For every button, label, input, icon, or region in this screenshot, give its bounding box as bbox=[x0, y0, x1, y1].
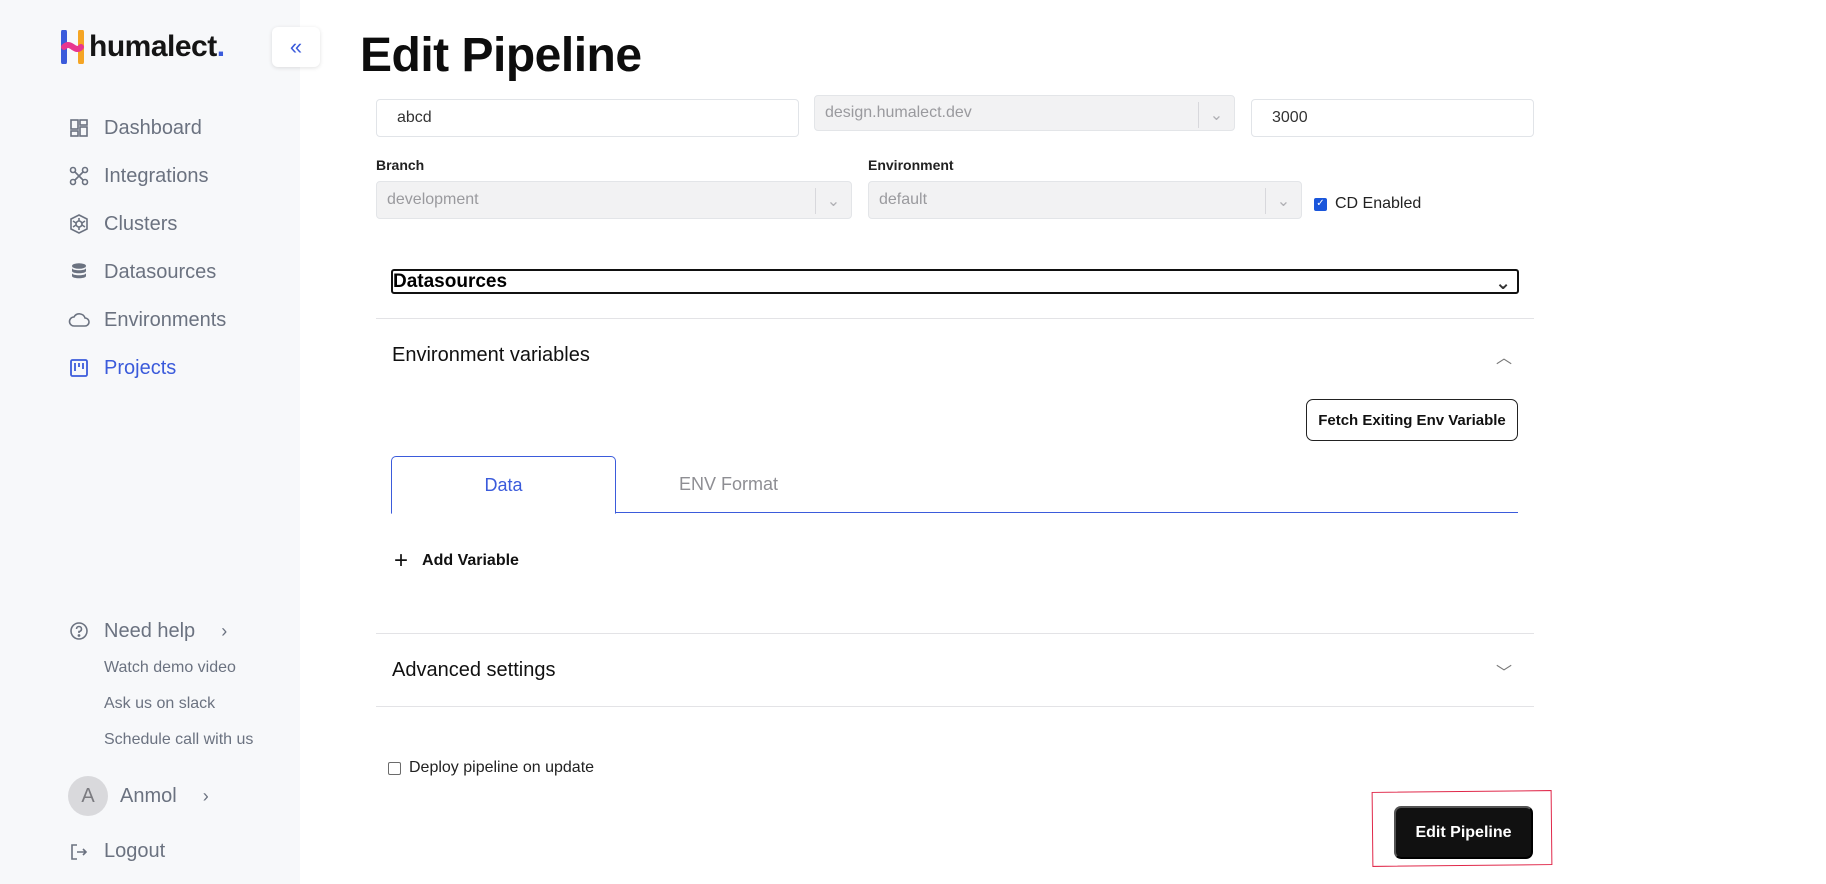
env-vars-title[interactable]: Environment variables bbox=[392, 344, 590, 367]
chevron-up-icon[interactable]: ︿ bbox=[1496, 344, 1512, 368]
help-circle-icon bbox=[68, 620, 90, 642]
tab-env-format[interactable]: ENV Format bbox=[616, 456, 841, 513]
chevron-right-icon: › bbox=[202, 785, 209, 806]
chevron-right-icon: › bbox=[221, 620, 228, 641]
plus-icon: + bbox=[394, 547, 409, 574]
branch-value: development bbox=[387, 191, 479, 208]
env-tabs: Data ENV Format bbox=[391, 456, 1518, 514]
sidebar-item-projects[interactable]: Projects bbox=[68, 344, 226, 392]
deploy-on-update-label: Deploy pipeline on update bbox=[409, 759, 595, 776]
datasources-accordion[interactable]: Datasources ⌄ bbox=[391, 269, 1519, 294]
user-menu[interactable]: A Anmol › bbox=[68, 776, 209, 816]
datasources-title: Datasources bbox=[393, 270, 508, 292]
sidebar-item-dashboard[interactable]: Dashboard bbox=[68, 104, 226, 152]
divider bbox=[376, 318, 1534, 319]
environment-select[interactable]: default ⌄ bbox=[868, 181, 1302, 219]
domain-select[interactable]: design.humalect.dev ⌄ bbox=[814, 95, 1235, 131]
humalect-logo[interactable]: humalect. bbox=[61, 30, 225, 64]
need-help-toggle[interactable]: Need help › bbox=[68, 618, 253, 644]
tab-data[interactable]: Data bbox=[391, 456, 616, 514]
brand-dot: . bbox=[216, 30, 226, 63]
help-section: Need help › Watch demo video Ask us on s… bbox=[68, 618, 253, 752]
sidebar-item-integrations[interactable]: Integrations bbox=[68, 152, 226, 200]
sidebar-item-datasources[interactable]: Datasources bbox=[68, 248, 226, 296]
chevron-down-icon: ⌄ bbox=[815, 188, 851, 214]
integrations-icon bbox=[68, 165, 90, 187]
fetch-env-button[interactable]: Fetch Exiting Env Variable bbox=[1306, 399, 1518, 441]
schedule-call-link[interactable]: Schedule call with us bbox=[104, 728, 253, 752]
pipeline-name-value: abcd bbox=[397, 109, 432, 126]
environment-label: Environment bbox=[868, 157, 954, 173]
add-variable-button[interactable]: + Add Variable bbox=[394, 549, 519, 573]
environment-value: default bbox=[879, 191, 928, 208]
sidebar-nav: Dashboard Integrations Clusters Datasour… bbox=[68, 104, 226, 392]
avatar: A bbox=[68, 776, 108, 816]
sidebar-item-label: Integrations bbox=[104, 164, 209, 187]
clusters-icon bbox=[68, 213, 90, 235]
deploy-on-update-checkbox[interactable]: Deploy pipeline on update bbox=[388, 759, 594, 777]
cloud-icon bbox=[68, 309, 90, 331]
brand-name: humalect bbox=[89, 30, 217, 63]
user-name: Anmol bbox=[120, 784, 177, 807]
logout-label: Logout bbox=[104, 840, 166, 862]
checkmark-icon: ✓ bbox=[1314, 197, 1327, 211]
chevron-down-icon: ⌄ bbox=[1495, 273, 1511, 294]
slack-link[interactable]: Ask us on slack bbox=[104, 692, 253, 716]
port-input[interactable]: 3000 bbox=[1251, 99, 1534, 137]
sidebar-item-label: Datasources bbox=[104, 260, 217, 283]
dashboard-icon bbox=[68, 117, 90, 139]
advanced-settings-title[interactable]: Advanced settings bbox=[392, 659, 555, 682]
cd-enabled-checkbox[interactable]: ✓ CD Enabled bbox=[1314, 195, 1421, 213]
humalect-logo-icon bbox=[61, 30, 84, 64]
add-variable-label: Add Variable bbox=[422, 552, 519, 569]
collapse-sidebar-button[interactable]: « bbox=[272, 27, 320, 67]
pipeline-name-input[interactable]: abcd bbox=[376, 99, 799, 137]
domain-value: design.humalect.dev bbox=[825, 104, 972, 121]
logout-icon bbox=[68, 841, 90, 863]
watch-demo-link[interactable]: Watch demo video bbox=[104, 656, 253, 680]
edit-pipeline-button[interactable]: Edit Pipeline bbox=[1394, 806, 1533, 859]
sidebar-item-label: Projects bbox=[104, 356, 177, 379]
divider bbox=[376, 633, 1534, 634]
port-value: 3000 bbox=[1272, 109, 1308, 126]
logout-button[interactable]: Logout bbox=[68, 840, 165, 863]
checkbox-box bbox=[388, 761, 401, 775]
chevron-down-icon[interactable]: ﹀ bbox=[1496, 659, 1512, 683]
app-root: humalect. Dashboard Integrations Cluster… bbox=[0, 0, 1826, 884]
sidebar-item-clusters[interactable]: Clusters bbox=[68, 200, 226, 248]
sidebar: humalect. Dashboard Integrations Cluster… bbox=[0, 0, 300, 884]
projects-icon bbox=[68, 357, 90, 379]
database-icon bbox=[68, 261, 90, 283]
chevron-down-icon: ⌄ bbox=[1265, 188, 1301, 214]
page-title: Edit Pipeline bbox=[360, 29, 642, 82]
branch-select[interactable]: development ⌄ bbox=[376, 181, 852, 219]
chevron-down-icon: ⌄ bbox=[1198, 102, 1234, 128]
sidebar-item-environments[interactable]: Environments bbox=[68, 296, 226, 344]
double-chevron-left-icon: « bbox=[289, 34, 303, 59]
need-help-label: Need help bbox=[104, 619, 196, 642]
divider bbox=[376, 706, 1534, 707]
sidebar-item-label: Dashboard bbox=[104, 116, 202, 139]
cd-enabled-label: CD Enabled bbox=[1335, 195, 1422, 212]
branch-label: Branch bbox=[376, 157, 425, 173]
sidebar-item-label: Environments bbox=[104, 308, 227, 331]
sidebar-item-label: Clusters bbox=[104, 212, 178, 235]
